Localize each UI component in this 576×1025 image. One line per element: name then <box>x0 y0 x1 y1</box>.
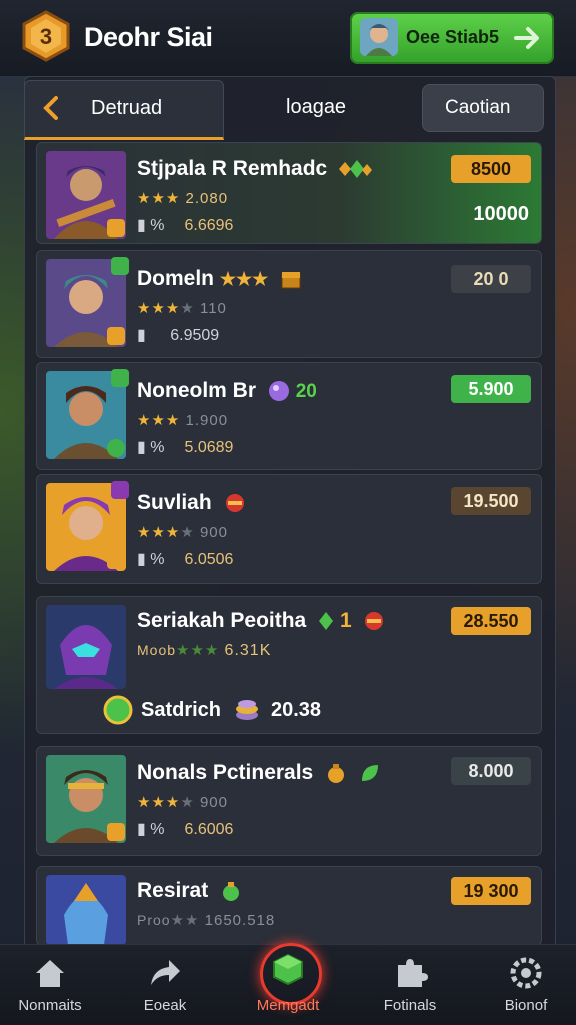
item-name-text: Nonals Pctinerals <box>137 761 314 784</box>
buy-button-label: Oee Stiab5 <box>406 27 500 47</box>
tab-right-button[interactable]: Caotian <box>422 84 544 132</box>
nav-label: Eoeak <box>143 997 187 1014</box>
price-badge: 8500 <box>451 155 531 183</box>
nav-item-puzzle[interactable]: Fotinals <box>360 945 460 1025</box>
red-gem-icon <box>365 612 384 631</box>
green-badge-icon <box>111 257 129 275</box>
star-rating: ★★★ 1.900 <box>137 412 229 429</box>
list-item[interactable]: Suvliah ★★★★ 900 ▮ % 6.0506 19.500 <box>36 474 542 584</box>
star-rating: ★★★★ 110 <box>137 300 227 317</box>
green-gem-icon <box>319 612 334 631</box>
tab-back[interactable]: Detruad <box>24 80 224 140</box>
lock-badge-icon <box>107 219 125 237</box>
item-name-text: Noneolm Br <box>137 379 257 402</box>
price-badge: 19 300 <box>451 877 531 905</box>
green-badge-icon <box>107 439 125 457</box>
star-rating: Proo★★ 1650.518 <box>137 912 276 929</box>
price-badge: 5.900 <box>451 375 531 403</box>
red-gem-icon <box>225 494 244 513</box>
tab-middle-label: loagae <box>286 96 347 118</box>
item-name: Noneolm Br 20 <box>137 379 317 403</box>
list-item[interactable]: Noneolm Br 20 ★★★ 1.900 ▮ % 5.0689 5.900 <box>36 362 542 470</box>
item-name: Nonals Pctinerals <box>137 761 381 785</box>
price-badge: 19.500 <box>451 487 531 515</box>
tab-back-label: Detruad <box>91 97 163 119</box>
purple-orb-icon <box>268 381 289 402</box>
hex-logo-icon[interactable]: 3 <box>22 10 70 62</box>
bottom-nav: Nonmaits Eoeak Memgadt Fotinals Bionof <box>0 943 576 1025</box>
nav-label: Fotinals <box>383 997 437 1014</box>
gem-cluster-icon <box>339 160 373 179</box>
tab-bar: Detruad loagae Caotian <box>24 80 554 140</box>
buy-avatar <box>360 18 398 56</box>
star-rating: Moob★★★ 6.31K <box>137 642 272 659</box>
lock-badge-icon <box>107 551 125 569</box>
item-footer-left: Satdrich <box>141 699 222 721</box>
item-meta: ▮ % 6.0506 <box>137 551 234 568</box>
item-tag: 1 <box>339 609 352 632</box>
item-meta: ▮ % 6.6696 <box>137 217 234 234</box>
nav-label: Bionof <box>504 997 548 1014</box>
hero-portrait <box>46 605 126 689</box>
treasure-chest-icon <box>281 272 301 289</box>
gold-bag-icon <box>328 764 345 784</box>
purple-badge-icon <box>111 481 129 499</box>
puzzle-icon <box>398 959 428 987</box>
nav-item-active[interactable]: Memgadt <box>238 943 338 1025</box>
list-item[interactable]: Nonals Pctinerals ★★★★ 900 ▮ % 6.6006 8.0… <box>36 746 542 856</box>
item-meta: ▮ % 5.0689 <box>137 439 234 456</box>
item-footer-right: 20.38 <box>271 699 322 721</box>
chevron-left-icon <box>43 96 58 120</box>
green-potion-icon <box>223 882 240 902</box>
tab-middle[interactable]: loagae <box>244 80 384 136</box>
lock-badge-icon <box>107 327 125 345</box>
settings-gear-icon <box>510 957 542 989</box>
item-name: Stjpala R Remhadc <box>137 157 373 181</box>
secondary-value: 10000 <box>473 203 529 225</box>
list-item[interactable]: Resirat Proo★★ 1650.518 19 300 <box>36 866 542 946</box>
coin-stack-icon <box>236 700 258 720</box>
star-rating: ★★★★ 900 <box>137 794 228 811</box>
leaf-icon <box>361 765 378 782</box>
item-name: Resirat <box>137 879 242 903</box>
item-tag: 20 <box>295 381 317 402</box>
home-icon <box>36 960 64 987</box>
item-name-text: Seriakah Peoitha <box>137 609 307 632</box>
top-bar: 3 Deohr Siai Oee Stiab5 <box>0 0 576 77</box>
star-icons: ★★★ <box>219 269 269 289</box>
nav-label: Nonmaits <box>18 997 82 1014</box>
price-badge: 28.550 <box>451 607 531 635</box>
item-meta: ▮ 6.9509 <box>137 327 220 344</box>
item-name-text: Resirat <box>137 879 209 902</box>
svg-text:3: 3 <box>40 24 52 49</box>
cube-icon <box>273 953 303 986</box>
price-badge: 20 0 <box>451 265 531 293</box>
item-name-text: Stjpala R Remhadc <box>137 157 328 180</box>
nav-label: Memgadt <box>256 997 320 1014</box>
star-rating: ★★★★ 900 <box>137 524 228 541</box>
price-badge: 8.000 <box>451 757 531 785</box>
green-badge-icon <box>111 369 129 387</box>
share-arrow-icon <box>151 960 180 985</box>
item-meta: ▮ % 6.6006 <box>137 821 234 838</box>
hero-portrait <box>46 875 126 945</box>
item-name-text: Domeln <box>137 267 215 290</box>
item-name: Suvliah <box>137 491 246 515</box>
arrow-right-icon <box>514 27 539 49</box>
tab-right-label: Caotian <box>445 97 511 118</box>
nav-item-home[interactable]: Nonmaits <box>0 945 100 1025</box>
star-rating: ★★★ 2.080 <box>137 190 229 207</box>
item-name: Seriakah Peoitha 1 <box>137 609 385 633</box>
item-name-text: Suvliah <box>137 491 212 514</box>
buy-button[interactable]: Oee Stiab5 <box>350 12 554 64</box>
nav-item-share[interactable]: Eoeak <box>115 945 215 1025</box>
app-title: Deohr Siai <box>84 22 213 52</box>
list-item[interactable]: Stjpala R Remhadc ★★★ 2.080 ▮ % 6.6696 85… <box>36 142 542 244</box>
green-coin-icon <box>103 695 133 725</box>
nav-item-settings[interactable]: Bionof <box>476 945 576 1025</box>
list-item[interactable]: Domeln ★★★ ★★★★ 110 ▮ 6.9509 20 0 <box>36 250 542 358</box>
item-name: Domeln ★★★ <box>137 267 302 291</box>
list-item-expanded[interactable]: Seriakah Peoitha 1 Moob★★★ 6.31K 28.550 … <box>36 596 542 734</box>
lock-badge-icon <box>107 823 125 841</box>
